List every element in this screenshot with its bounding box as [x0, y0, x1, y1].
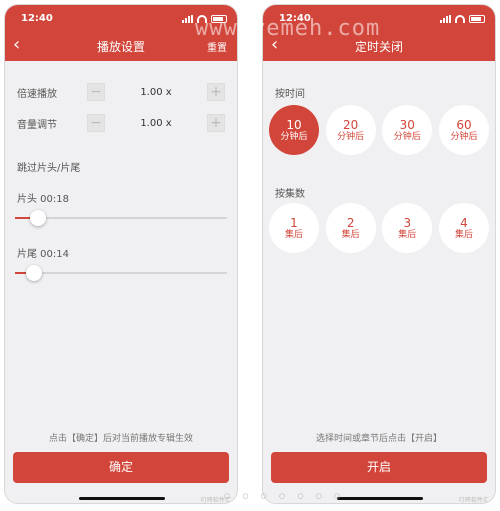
option-unit: 分钟后: [393, 131, 421, 142]
time-option-20[interactable]: 20 分钟后: [325, 105, 376, 155]
credit-text: 叮咚软件汇: [458, 497, 489, 504]
home-indicator: [79, 497, 165, 500]
option-number: 20: [343, 117, 359, 132]
time-option-10[interactable]: 10 分钟后: [269, 105, 319, 155]
slider-thumb[interactable]: [30, 210, 46, 226]
signal-icon: [182, 15, 193, 23]
option-unit: 分钟后: [280, 131, 308, 142]
start-hint: 选择时间或章节后点击【开启】: [315, 434, 442, 444]
option-number: 4: [460, 215, 468, 230]
volume-label: 音量调节: [17, 119, 57, 131]
speed-row: 倍速播放 − 1.00 x +: [17, 82, 225, 102]
option-number: 10: [286, 117, 302, 132]
screenshot-stage: www.yemeh.com 12:40 ‹ 播放设置 重置 倍速播放 − 1.0…: [0, 0, 500, 511]
minus-icon[interactable]: −: [87, 83, 105, 101]
home-indicator: [337, 497, 423, 500]
time-option-60[interactable]: 60 分钟后: [438, 105, 489, 155]
status-time: 12:40: [21, 13, 53, 24]
option-unit: 分钟后: [337, 131, 365, 142]
confirm-button[interactable]: 确定: [13, 452, 229, 483]
signal-icon: [440, 15, 451, 23]
slider-thumb[interactable]: [26, 265, 42, 281]
intro-label: 片头 00:18: [17, 194, 69, 205]
option-unit: 集后: [398, 229, 417, 240]
reset-button[interactable]: 重置: [207, 39, 227, 54]
outro-label: 片尾 00:14: [17, 249, 69, 260]
by-episode-title: 按集数: [275, 189, 305, 200]
speed-value: 1.00 x: [140, 86, 172, 98]
plus-icon[interactable]: +: [207, 83, 225, 101]
sleep-timer-screen: 12:40 ‹ 定时关闭 按时间 10 分钟后 20 分钟后 30 分钟后 60…: [262, 4, 496, 504]
option-number: 2: [346, 215, 355, 230]
option-unit: 集后: [454, 229, 473, 240]
slider-track: [15, 272, 227, 274]
option-unit: 集后: [341, 229, 360, 240]
intro-slider[interactable]: [15, 210, 227, 226]
episode-options: 1 集后 2 集后 3 集后 4 集后: [269, 203, 489, 253]
time-options: 10 分钟后 20 分钟后 30 分钟后 60 分钟后: [269, 105, 489, 155]
skip-section-title: 跳过片头/片尾: [17, 163, 81, 174]
volume-row: 音量调节 − 1.00 x +: [17, 113, 225, 133]
by-time-title: 按时间: [275, 89, 305, 100]
confirm-hint: 点击【确定】后对当前播放专辑生效: [48, 434, 193, 444]
plus-icon[interactable]: +: [207, 114, 225, 132]
option-number: 60: [456, 117, 472, 132]
option-number: 3: [403, 215, 412, 230]
volume-value: 1.00 x: [140, 117, 172, 129]
slider-track: [15, 217, 227, 219]
option-unit: 集后: [284, 229, 303, 240]
option-number: 1: [290, 215, 298, 230]
speed-label: 倍速播放: [17, 88, 57, 100]
watermark: www.yemeh.com: [195, 16, 381, 41]
outro-slider[interactable]: [15, 265, 227, 281]
option-unit: 分钟后: [450, 131, 478, 142]
wifi-icon: [455, 15, 465, 23]
episode-option-2[interactable]: 2 集后: [325, 203, 376, 253]
episode-option-1[interactable]: 1 集后: [269, 203, 319, 253]
playback-settings-screen: 12:40 ‹ 播放设置 重置 倍速播放 − 1.00 x + 音量调节 − 1: [4, 4, 238, 504]
page-dots: ○ ○ ○ ○ ○ ○ ○: [224, 492, 346, 500]
option-number: 30: [399, 117, 415, 132]
time-option-30[interactable]: 30 分钟后: [382, 105, 433, 155]
episode-option-3[interactable]: 3 集后: [382, 203, 433, 253]
status-icons: [440, 15, 485, 23]
episode-option-4[interactable]: 4 集后: [438, 203, 489, 253]
minus-icon[interactable]: −: [87, 114, 105, 132]
battery-icon: [469, 15, 485, 23]
start-button[interactable]: 开启: [271, 452, 487, 483]
